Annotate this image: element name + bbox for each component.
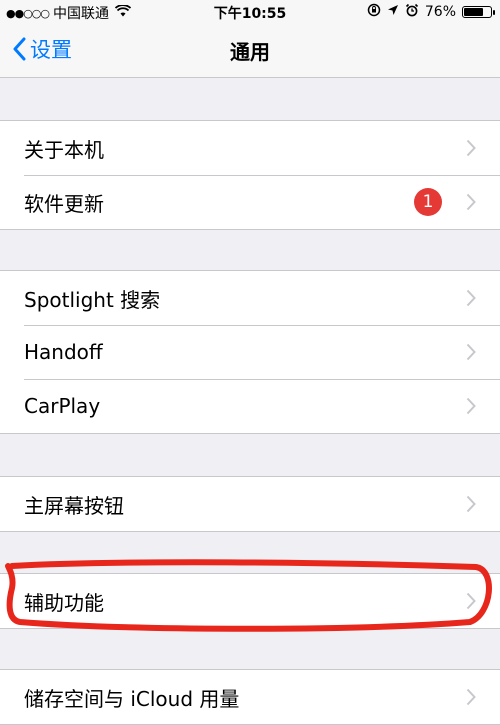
list-item-label: 储存空间与 iCloud 用量 — [24, 686, 240, 711]
chevron-right-icon — [466, 343, 476, 361]
chevron-right-icon — [466, 592, 476, 610]
settings-group-home-button: 主屏幕按钮 — [0, 476, 500, 532]
notification-badge: 1 — [414, 188, 442, 216]
list-item-about[interactable]: 关于本机 — [0, 121, 500, 175]
battery-icon — [462, 6, 495, 18]
list-item-software-update[interactable]: 软件更新 1 — [0, 175, 500, 229]
list-item-home-button[interactable]: 主屏幕按钮 — [0, 477, 500, 531]
navigation-bar: 设置 通用 — [0, 24, 500, 78]
list-item-handoff[interactable]: Handoff — [0, 325, 500, 379]
status-bar: ●●○○○ 中国联通 下午10:55 76% — [0, 0, 500, 24]
list-item-label: 辅助功能 — [24, 590, 104, 615]
status-right: 76% — [367, 3, 495, 21]
list-item-carplay[interactable]: CarPlay — [0, 379, 500, 433]
location-icon — [387, 4, 399, 20]
list-item-accessibility[interactable]: 辅助功能 — [0, 574, 500, 628]
battery-level-fill — [464, 8, 483, 16]
chevron-right-icon — [466, 193, 476, 211]
list-item-label: 关于本机 — [24, 137, 104, 162]
list-item-spotlight[interactable]: Spotlight 搜索 — [0, 271, 500, 325]
chevron-right-icon — [466, 397, 476, 415]
settings-group-accessibility: 辅助功能 — [0, 573, 500, 629]
settings-group-about: 关于本机 软件更新 1 — [0, 120, 500, 230]
list-item-label: 软件更新 — [24, 191, 104, 216]
list-item-label: Handoff — [24, 340, 103, 364]
battery-percent: 76% — [424, 4, 456, 20]
settings-group-continuity: Spotlight 搜索 Handoff CarPlay — [0, 270, 500, 434]
chevron-right-icon — [466, 495, 476, 513]
list-item-label: Spotlight 搜索 — [24, 287, 161, 312]
chevron-right-icon — [466, 289, 476, 307]
chevron-right-icon — [466, 688, 476, 706]
list-item-storage-icloud[interactable]: 储存空间与 iCloud 用量 — [0, 670, 500, 724]
settings-group-storage: 储存空间与 iCloud 用量 — [0, 669, 500, 725]
list-item-label: 主屏幕按钮 — [24, 493, 124, 518]
orientation-lock-icon — [367, 3, 381, 21]
alarm-icon — [405, 3, 419, 21]
chevron-right-icon — [466, 139, 476, 157]
list-item-label: CarPlay — [24, 394, 101, 418]
page-title: 通用 — [230, 40, 270, 64]
